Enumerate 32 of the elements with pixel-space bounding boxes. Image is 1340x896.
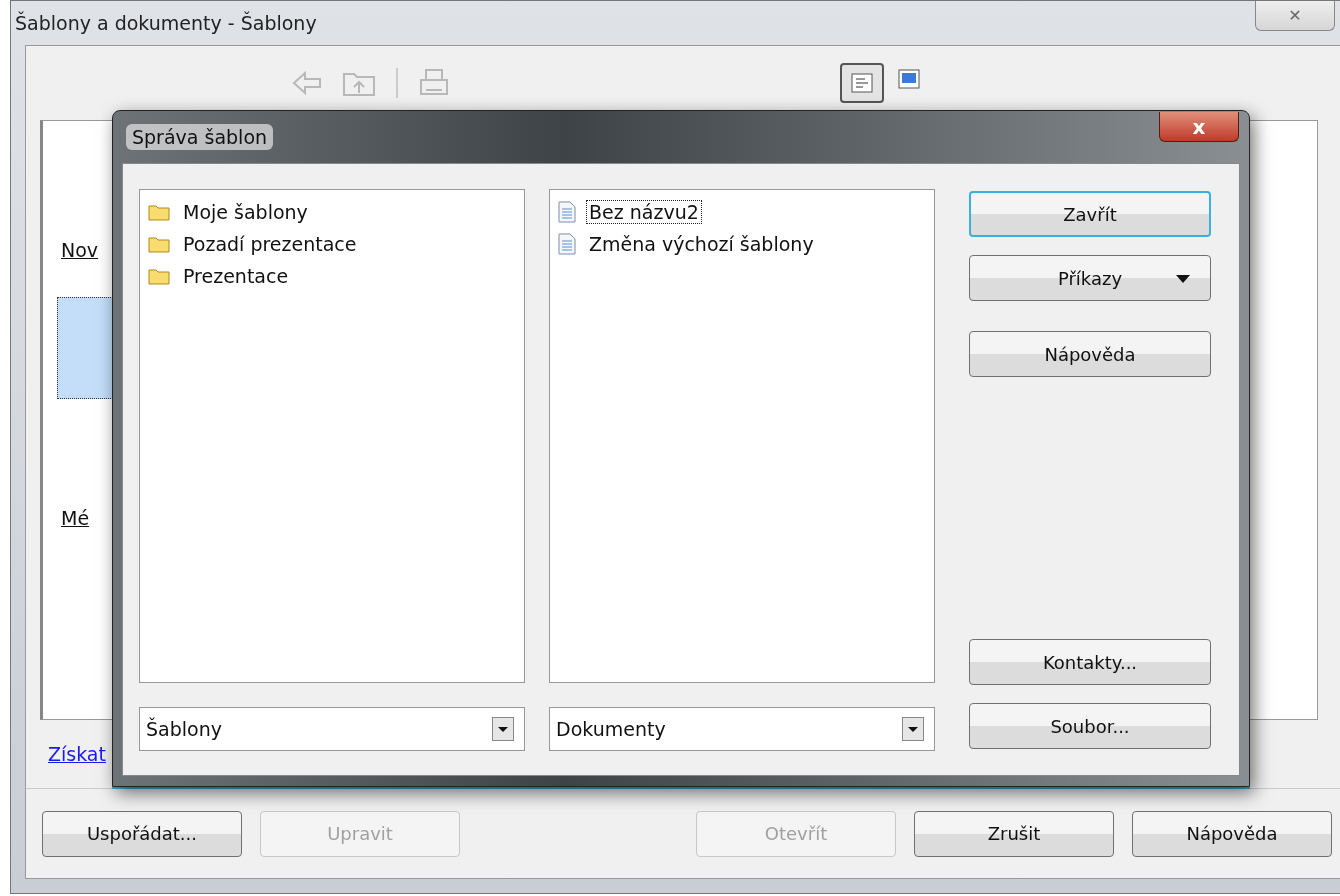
template-item[interactable]: Změna výchozí šablony xyxy=(586,232,817,256)
dialog-button[interactable]: Uspořádat... xyxy=(42,810,242,857)
dialog-button[interactable]: Soubor... xyxy=(969,703,1211,749)
dialog-title: Správa šablon xyxy=(126,124,274,150)
menu-button[interactable]: Příkazy xyxy=(969,255,1211,301)
preview-icon xyxy=(898,69,920,89)
dialog-button[interactable]: Zavřít xyxy=(969,191,1211,237)
folder-icon xyxy=(148,235,170,253)
category-label[interactable]: Mé xyxy=(61,507,90,529)
caret-icon xyxy=(1176,275,1190,283)
folder-item[interactable]: Pozadí prezentace xyxy=(180,232,360,256)
document-icon xyxy=(558,233,576,255)
folder-item[interactable]: Moje šablony xyxy=(180,200,311,224)
dropdown-field[interactable]: Šablony xyxy=(139,707,525,751)
dropdown-field[interactable]: Dokumenty xyxy=(549,707,935,751)
document-icon xyxy=(558,201,576,223)
dialog-button[interactable]: Nápověda xyxy=(969,331,1211,377)
close-button[interactable]: ✕ xyxy=(1255,1,1335,31)
dialog-button[interactable]: Zrušit xyxy=(914,810,1114,857)
folder-item[interactable]: Prezentace xyxy=(180,264,292,288)
details-view-button[interactable] xyxy=(840,63,884,103)
window-title: Šablony a dokumenty - Šablony xyxy=(15,12,317,34)
dialog-button[interactable]: Nápověda xyxy=(1132,810,1332,857)
dialog-button[interactable]: Kontakty... xyxy=(969,639,1211,685)
folder-icon xyxy=(148,203,170,221)
list-view-icon xyxy=(851,73,873,93)
template-item[interactable]: Bez názvu2 xyxy=(586,200,702,224)
get-more-link[interactable]: Získat xyxy=(48,743,106,765)
category-item[interactable] xyxy=(57,297,113,399)
close-button[interactable]: x xyxy=(1159,112,1239,142)
folder-icon xyxy=(148,267,170,285)
category-label[interactable]: Nov xyxy=(61,239,99,261)
